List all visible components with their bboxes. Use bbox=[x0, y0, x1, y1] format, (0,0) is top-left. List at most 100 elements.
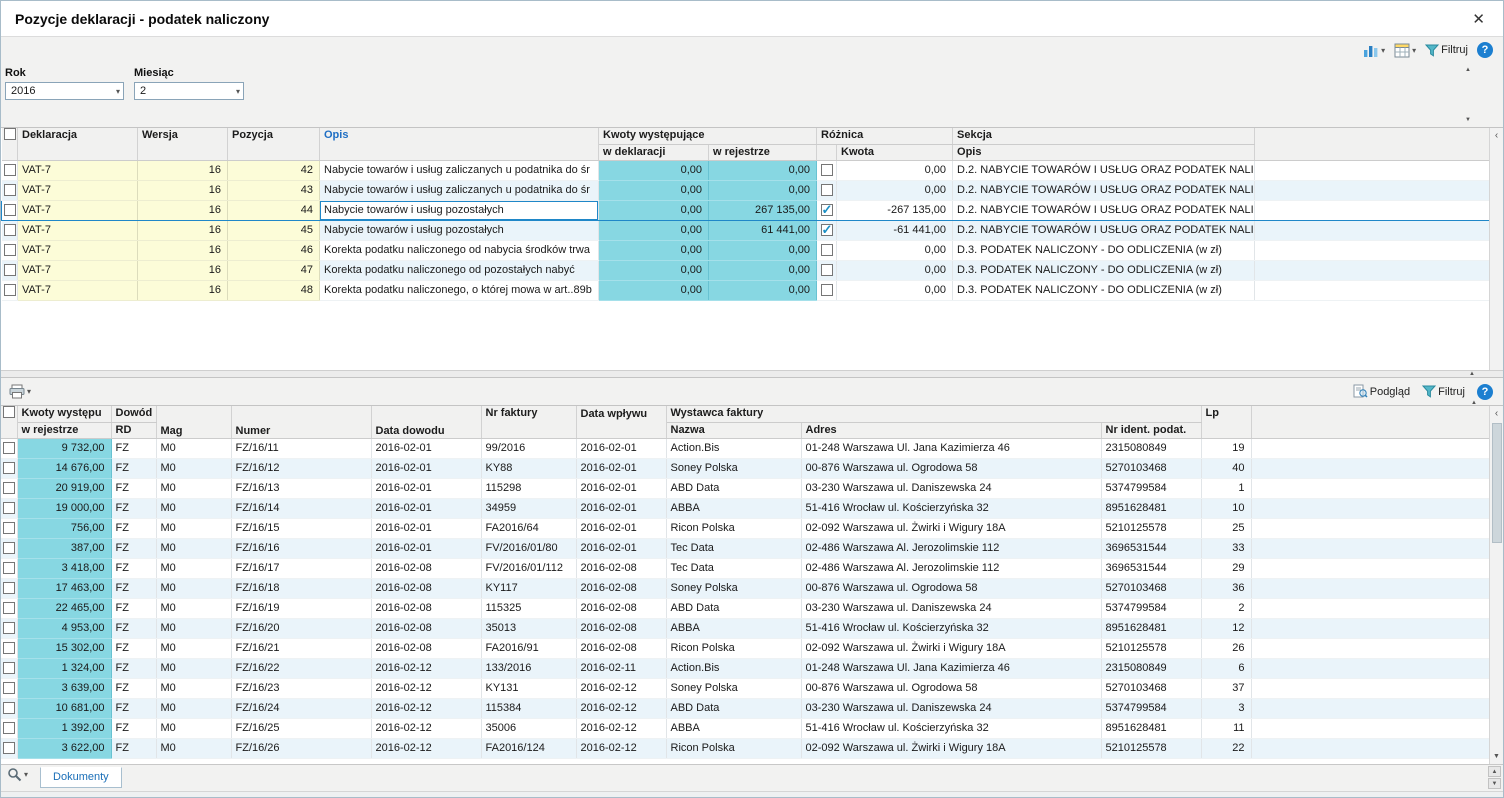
document-row[interactable]: 3 639,00 FZ M0 FZ/16/23 2016-02-12 KY131… bbox=[1, 678, 1490, 699]
row-checkbox[interactable] bbox=[3, 662, 15, 675]
scrollbar-thumb[interactable] bbox=[1491, 423, 1502, 543]
document-row[interactable]: 15 302,00 FZ M0 FZ/16/21 2016-02-08 FA20… bbox=[1, 638, 1490, 659]
column-header-pozycja[interactable]: Pozycja bbox=[227, 128, 320, 161]
pivot-grid-button[interactable]: ▾ bbox=[1394, 43, 1416, 58]
document-row[interactable]: 22 465,00 FZ M0 FZ/16/19 2016-02-08 1153… bbox=[1, 598, 1490, 619]
column-header-w-deklaracji[interactable]: w deklaracji bbox=[598, 144, 709, 161]
cell-roznica-flag[interactable] bbox=[816, 160, 838, 181]
scroll-up-icon[interactable]: ▲ bbox=[1488, 766, 1501, 777]
document-row[interactable]: 3 418,00 FZ M0 FZ/16/17 2016-02-08 FV/20… bbox=[1, 558, 1490, 579]
row-checkbox[interactable] bbox=[3, 284, 16, 297]
row-select-cell[interactable] bbox=[1, 478, 18, 499]
band-header-dowod[interactable]: Dowód bbox=[111, 406, 157, 423]
lower-grid-scrollbar[interactable]: ‹ ▼ bbox=[1489, 406, 1503, 764]
declaration-row[interactable]: VAT-7 16 47 Korekta podatku naliczonego … bbox=[1, 260, 1491, 281]
cell-roznica-flag[interactable] bbox=[816, 260, 838, 281]
roznica-checkbox[interactable] bbox=[820, 164, 833, 177]
scroll-down-icon[interactable]: ▼ bbox=[1490, 749, 1503, 764]
row-select-cell[interactable] bbox=[1, 260, 18, 281]
row-checkbox[interactable] bbox=[3, 164, 16, 177]
row-checkbox[interactable] bbox=[3, 642, 15, 655]
filter-button-top[interactable]: Filtruj bbox=[1425, 44, 1468, 57]
cell-roznica-flag[interactable] bbox=[816, 220, 838, 241]
select-all-checkbox[interactable] bbox=[3, 406, 15, 419]
column-header-wersja[interactable]: Wersja bbox=[137, 128, 228, 161]
row-select-cell[interactable] bbox=[1, 738, 18, 759]
row-select-cell[interactable] bbox=[1, 698, 18, 719]
row-checkbox[interactable] bbox=[3, 562, 15, 575]
select-all-checkbox[interactable] bbox=[3, 128, 16, 141]
column-header-opis[interactable]: Opis bbox=[319, 128, 599, 161]
column-header-rd[interactable]: RD bbox=[111, 422, 157, 439]
row-checkbox[interactable] bbox=[3, 482, 15, 495]
row-select-cell[interactable] bbox=[1, 558, 18, 579]
chart-button[interactable]: ▾ bbox=[1363, 43, 1385, 58]
document-row[interactable]: 1 324,00 FZ M0 FZ/16/22 2016-02-12 133/2… bbox=[1, 658, 1490, 679]
collapse-left-icon[interactable]: ‹ bbox=[1490, 406, 1503, 421]
column-header-w-rejestrze[interactable]: w rejestrze bbox=[17, 422, 112, 439]
scroll-down-icon[interactable]: ▼ bbox=[1488, 778, 1501, 789]
row-select-cell[interactable] bbox=[1, 718, 18, 739]
document-row[interactable]: 1 392,00 FZ M0 FZ/16/25 2016-02-12 35006… bbox=[1, 718, 1490, 739]
column-header-data-dowodu[interactable]: Data dowodu bbox=[371, 406, 482, 439]
document-row[interactable]: 14 676,00 FZ M0 FZ/16/12 2016-02-01 KY88… bbox=[1, 458, 1490, 479]
column-header-mag[interactable]: Mag bbox=[156, 406, 232, 439]
row-checkbox[interactable] bbox=[3, 742, 15, 755]
cell-roznica-flag[interactable] bbox=[816, 240, 838, 261]
miesiac-dropdown[interactable]: 2 ▾ bbox=[134, 82, 244, 100]
select-all-header[interactable] bbox=[1, 128, 18, 161]
column-header-lp[interactable]: Lp bbox=[1201, 406, 1252, 439]
roznica-checkbox[interactable] bbox=[820, 202, 833, 218]
column-header-nazwa[interactable]: Nazwa bbox=[666, 422, 802, 439]
splitter[interactable]: ▲ bbox=[1, 370, 1503, 378]
column-header-deklaracja[interactable]: Deklaracja bbox=[17, 128, 138, 161]
row-select-cell[interactable] bbox=[1, 598, 18, 619]
column-header-adres[interactable]: Adres bbox=[801, 422, 1102, 439]
column-header-numer[interactable]: Numer bbox=[231, 406, 372, 439]
document-row[interactable]: 387,00 FZ M0 FZ/16/16 2016-02-01 FV/2016… bbox=[1, 538, 1490, 559]
rok-dropdown[interactable]: 2016 ▾ bbox=[5, 82, 124, 100]
roznica-checkbox[interactable] bbox=[820, 244, 833, 257]
preview-button[interactable]: Podgląd bbox=[1353, 384, 1410, 399]
row-checkbox[interactable] bbox=[3, 522, 15, 535]
row-checkbox[interactable] bbox=[3, 502, 15, 515]
document-row[interactable]: 20 919,00 FZ M0 FZ/16/13 2016-02-01 1152… bbox=[1, 478, 1490, 499]
print-button[interactable]: ▾ bbox=[9, 384, 31, 399]
row-checkbox[interactable] bbox=[3, 184, 16, 197]
row-checkbox[interactable] bbox=[3, 622, 15, 635]
document-row[interactable]: 4 953,00 FZ M0 FZ/16/20 2016-02-08 35013… bbox=[1, 618, 1490, 639]
tab-dokumenty[interactable]: Dokumenty bbox=[40, 767, 122, 788]
row-checkbox[interactable] bbox=[3, 682, 15, 695]
column-header-sekcja-opis[interactable]: Opis bbox=[952, 144, 1256, 161]
row-select-cell[interactable] bbox=[1, 160, 18, 181]
row-checkbox[interactable] bbox=[3, 442, 15, 455]
cell-roznica-flag[interactable] bbox=[816, 199, 838, 221]
row-select-cell[interactable] bbox=[1, 618, 18, 639]
roznica-checkbox[interactable] bbox=[820, 264, 833, 277]
roznica-checkbox[interactable] bbox=[820, 222, 833, 238]
row-select-cell[interactable] bbox=[1, 518, 18, 539]
select-all-header[interactable] bbox=[1, 406, 18, 439]
cell-roznica-flag[interactable] bbox=[816, 280, 838, 301]
cell-roznica-flag[interactable] bbox=[816, 180, 838, 201]
close-icon[interactable]: ✕ bbox=[1468, 8, 1489, 30]
filter-button-lower[interactable]: Filtruj bbox=[1422, 385, 1465, 398]
declaration-row[interactable]: VAT-7 16 48 Korekta podatku naliczonego,… bbox=[1, 280, 1491, 301]
row-select-cell[interactable] bbox=[1, 578, 18, 599]
row-checkbox[interactable] bbox=[3, 244, 16, 257]
band-header-kwoty[interactable]: Kwoty występu bbox=[17, 406, 112, 423]
row-checkbox[interactable] bbox=[3, 462, 15, 475]
document-row[interactable]: 3 622,00 FZ M0 FZ/16/26 2016-02-12 FA201… bbox=[1, 738, 1490, 759]
collapse-filter-button[interactable]: ▼ bbox=[1459, 115, 1477, 124]
column-header-nr-ident[interactable]: Nr ident. podat. bbox=[1101, 422, 1202, 439]
collapse-left-icon[interactable]: ‹ bbox=[1490, 128, 1503, 143]
document-row[interactable]: 9 732,00 FZ M0 FZ/16/11 2016-02-01 99/20… bbox=[1, 438, 1490, 459]
column-header-roznica-flag[interactable] bbox=[816, 144, 838, 161]
row-checkbox[interactable] bbox=[3, 224, 16, 237]
column-header-nr-faktury[interactable]: Nr faktury bbox=[481, 406, 577, 439]
row-select-cell[interactable] bbox=[1, 199, 18, 221]
column-header-data-wplywu[interactable]: Data wpływu bbox=[576, 406, 667, 439]
row-checkbox[interactable] bbox=[3, 702, 15, 715]
row-checkbox[interactable] bbox=[3, 582, 15, 595]
row-select-cell[interactable] bbox=[1, 240, 18, 261]
